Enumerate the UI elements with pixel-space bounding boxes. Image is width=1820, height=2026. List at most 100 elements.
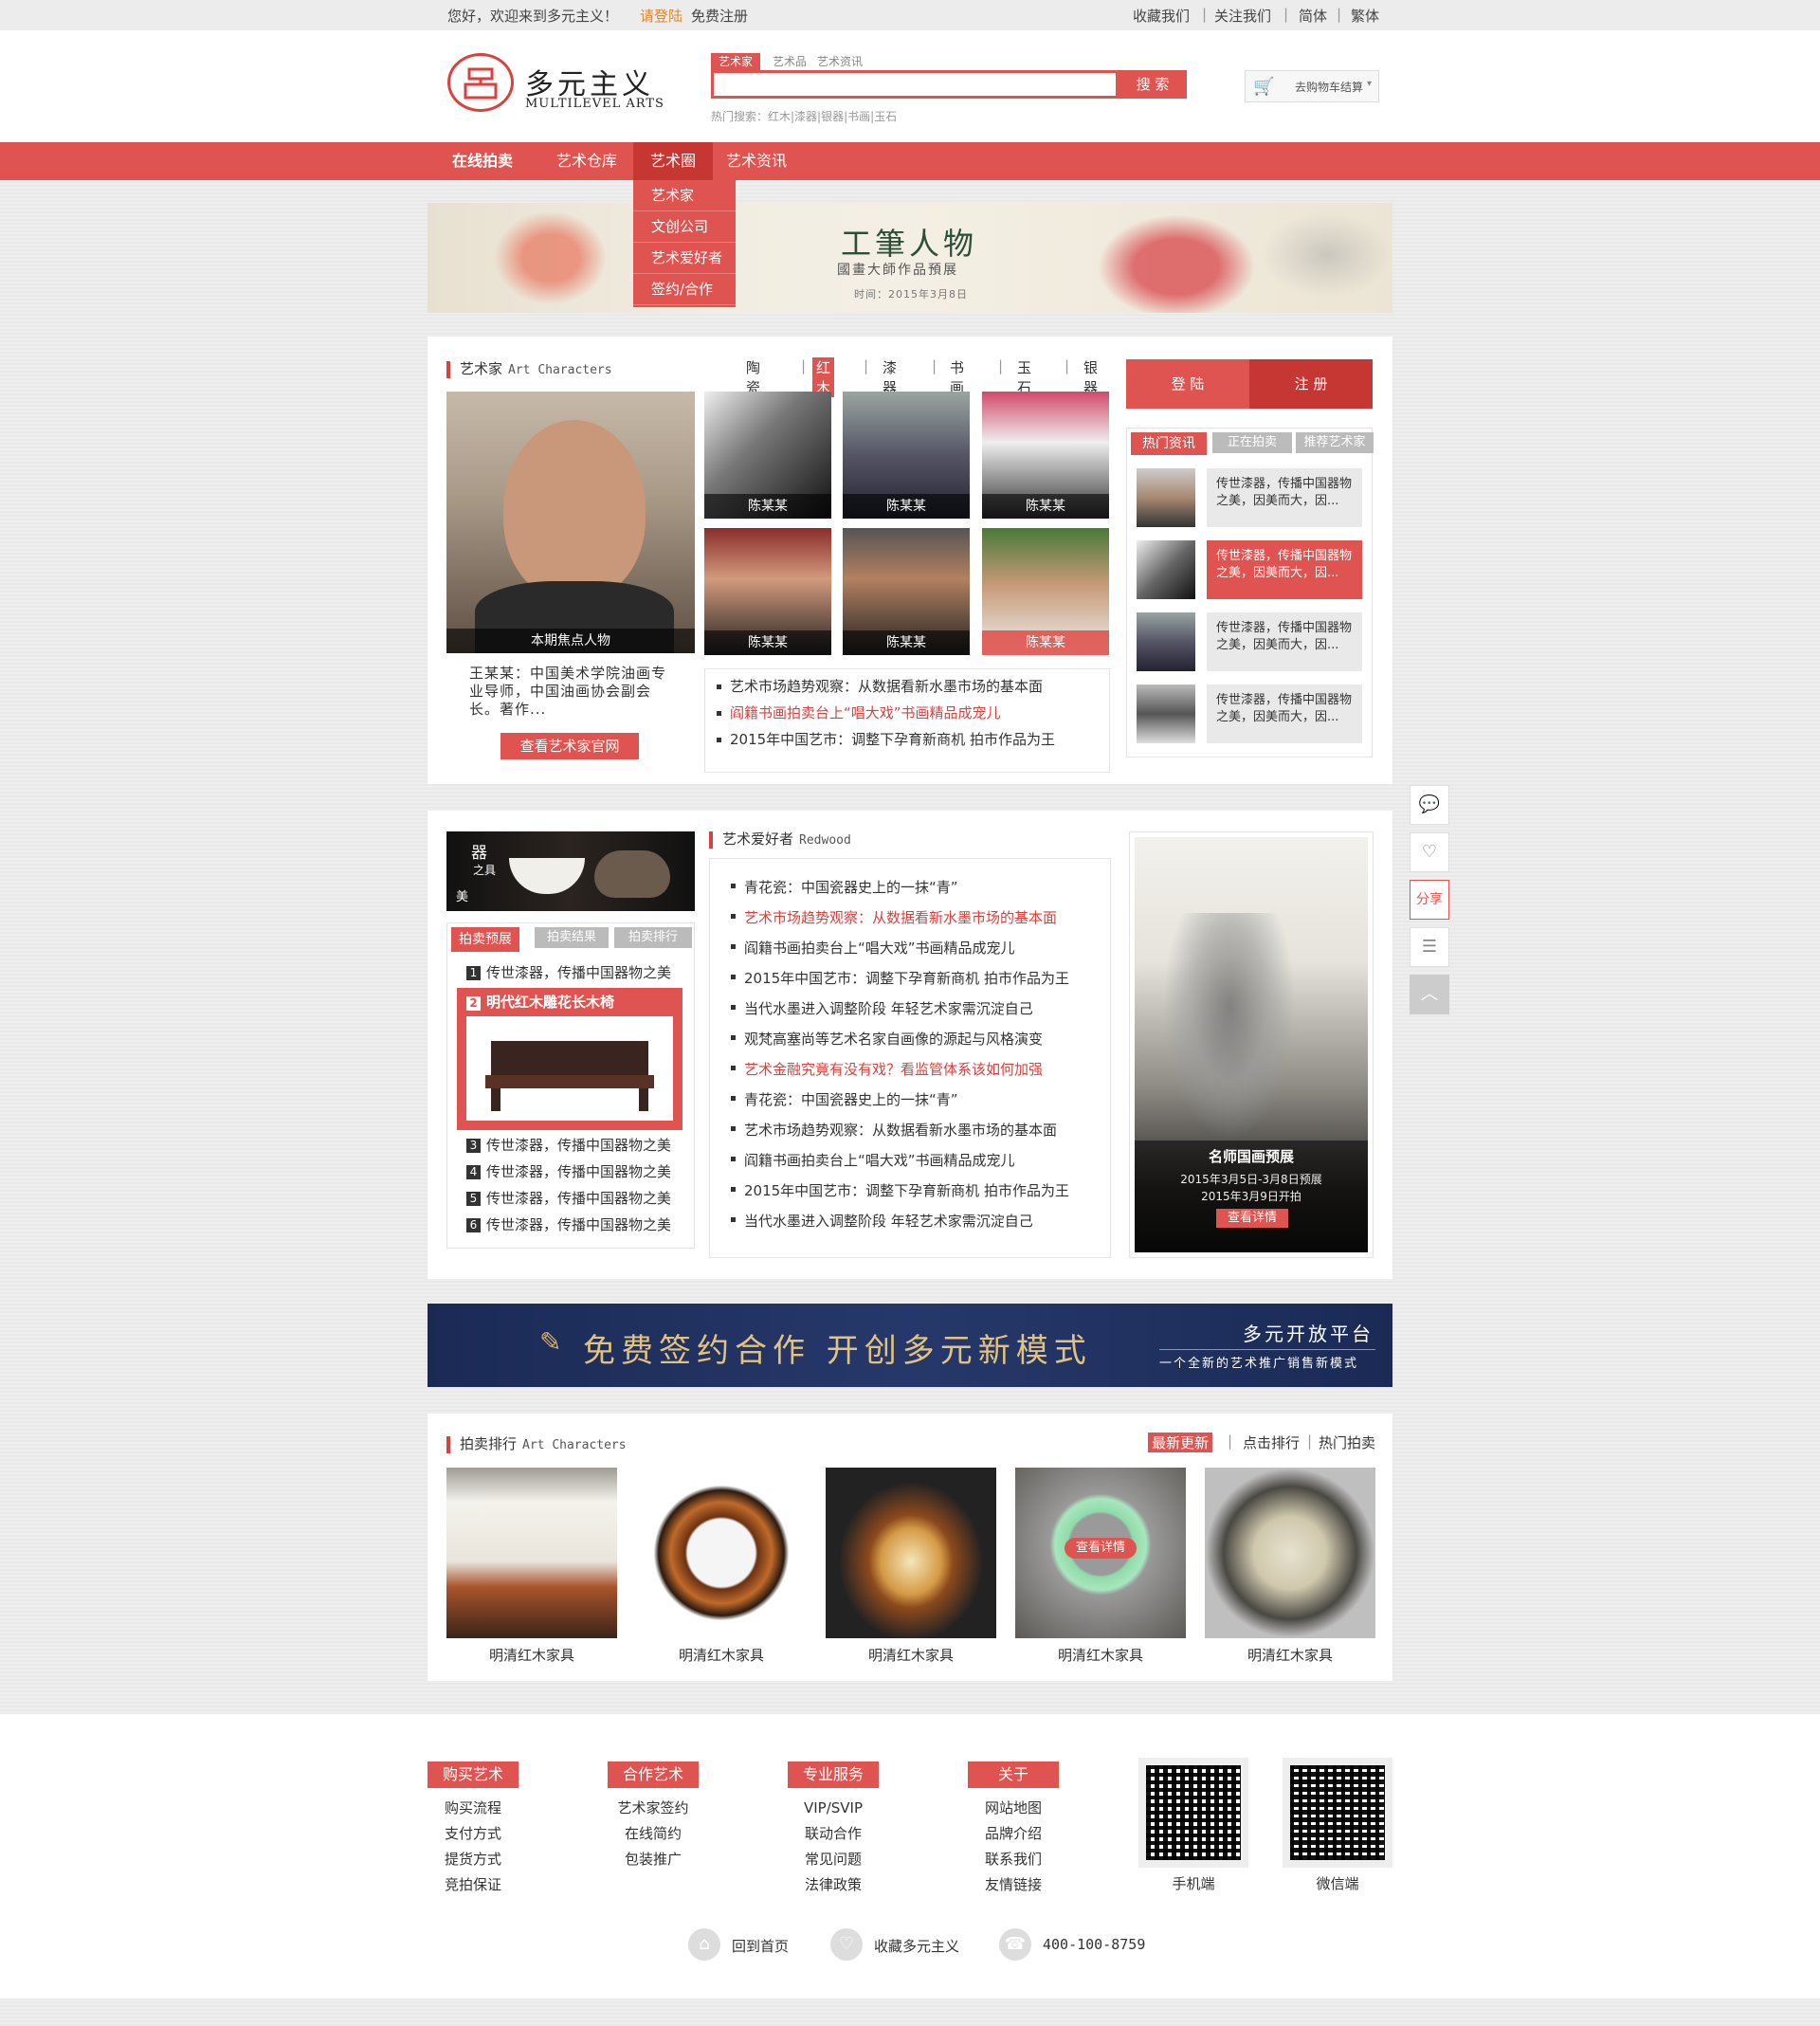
favorite-heart-icon[interactable]: ♡ [1410,832,1449,872]
footer-link[interactable]: 常见问题 [788,1847,879,1872]
cart-button[interactable]: 🛒 去购物车结算 ▾ [1245,70,1379,102]
footer-link[interactable]: 网站地图 [968,1796,1059,1821]
news-item[interactable]: 艺术市场趋势观察：从数据看新水墨市场的基本面 [715,673,1100,700]
rank-product-name[interactable]: 明清红木家具 [446,1645,617,1665]
news-item-text[interactable]: 传世漆器，传播中国器物之美，因美而大，因... [1207,684,1362,743]
news-item[interactable]: 2015年中国艺市：调整下孕育新商机 拍市作品为王 [715,726,1100,753]
painting-preview-box[interactable]: 名师国画预展 2015年3月5日-3月8日预展 2015年3月9日开拍 查看详情 [1129,831,1374,1258]
search-input[interactable] [711,70,1119,99]
search-tab-artist[interactable]: 艺术家 [711,53,760,70]
footer-link[interactable]: 提货方式 [428,1847,519,1872]
news-item[interactable]: 2015年中国艺市：调整下孕育新商机 拍市作品为王 [729,963,1091,994]
news-item[interactable]: 艺术金融究竟有没有戏？看监管体系该如何加强 [729,1054,1091,1085]
news-item[interactable]: 青花瓷：中国瓷器史上的一抹“青” [729,872,1091,903]
rank-item[interactable]: 5 传世漆器，传播中国器物之美 [466,1185,671,1212]
rank-product-image[interactable] [826,1468,996,1638]
dropdown-item-artist[interactable]: 艺术家 [633,180,736,211]
wechat-icon[interactable]: 💬 [1410,785,1449,825]
rank-product-name[interactable]: 明清红木家具 [826,1645,996,1665]
news-item[interactable]: 艺术市场趋势观察：从数据看新水墨市场的基本面 [729,903,1091,933]
footer-link[interactable]: 购买流程 [428,1796,519,1821]
footer-link[interactable]: 品牌介绍 [968,1821,1059,1847]
rank-item[interactable]: 1 传世漆器，传播中国器物之美 [466,959,671,986]
search-tab-news[interactable]: 艺术资讯 [817,53,863,70]
footer-link[interactable]: 竞拍保证 [428,1872,519,1898]
tab-auction-result[interactable]: 拍卖结果 [535,927,609,948]
back-to-top-icon[interactable]: ︿ [1410,975,1449,1014]
footer-link[interactable]: 联动合作 [788,1821,879,1847]
dropdown-item-company[interactable]: 文创公司 [633,211,736,243]
rank-detail-button[interactable]: 查看详情 [1065,1538,1137,1559]
rank-product-image[interactable] [446,1468,617,1638]
nav-art-news[interactable]: 艺术资讯 [717,142,796,180]
nav-art-warehouse[interactable]: 艺术仓库 [544,142,629,180]
news-item[interactable]: 当代水墨进入调整阶段 年轻艺术家需沉淀自己 [729,1206,1091,1236]
rank-product-image[interactable] [636,1468,807,1638]
dropdown-item-sign[interactable]: 签约/合作 [633,274,736,305]
dropdown-item-lover[interactable]: 艺术爱好者 [633,243,736,274]
login-link[interactable]: 请登陆 [640,6,682,26]
footer-link[interactable]: 法律政策 [788,1872,879,1898]
artist-thumb[interactable]: 陈某某 [843,392,970,519]
login-button[interactable]: 登 陆 [1126,359,1249,409]
home-icon[interactable]: ⌂ [688,1928,720,1961]
rank-product-image[interactable]: 查看详情 [1015,1468,1186,1638]
artist-thumb[interactable]: 陈某某 [704,528,831,655]
news-thumb[interactable] [1137,540,1195,599]
tab-recommended-artists[interactable]: 推荐艺术家 [1296,432,1374,453]
footer-favorite-link[interactable]: 收藏多元主义 [874,1936,959,1956]
rank-item-featured[interactable]: 2 明代红木雕花长木椅 [457,988,682,1130]
footer-link[interactable]: 联系我们 [968,1847,1059,1872]
rank-product-name[interactable]: 明清红木家具 [1205,1645,1375,1665]
search-button[interactable]: 搜 索 [1119,70,1187,99]
news-item[interactable]: 阎籍书画拍卖台上“唱大戏”书画精品成宠儿 [715,700,1100,726]
news-item-text-active[interactable]: 传世漆器，传播中国器物之美，因美而大，因... [1207,540,1362,599]
share-button[interactable]: 分享 [1410,880,1449,920]
nav-online-auction[interactable]: 在线拍卖 [440,142,525,180]
sort-latest[interactable]: 最新更新 [1148,1433,1213,1452]
footer-home-link[interactable]: 回到首页 [732,1936,789,1956]
banner-sign-cooperation[interactable]: ✎ 免费签约合作 开创多元新模式 多元开放平台 一个全新的艺术推广销售新模式 [428,1304,1392,1387]
artist-thumb[interactable]: 陈某某 [843,528,970,655]
rank-item[interactable]: 6 传世漆器，传播中国器物之美 [466,1212,671,1238]
rank-product-image[interactable] [1205,1468,1375,1638]
rank-product-name[interactable]: 明清红木家具 [636,1645,807,1665]
news-item[interactable]: 当代水墨进入调整阶段 年轻艺术家需沉淀自己 [729,994,1091,1024]
comment-icon[interactable]: ☰ [1410,927,1449,967]
footer-link[interactable]: 艺术家签约 [608,1796,699,1821]
bookmark-link[interactable]: 收藏我们 [1133,6,1190,26]
focus-person-photo[interactable]: 本期焦点人物 [446,392,695,653]
promo-bowls-image[interactable]: 器 之具 美 [446,831,695,911]
sort-hot[interactable]: 热门拍卖 [1319,1433,1375,1452]
register-link[interactable]: 免费注册 [691,6,748,26]
painting-detail-button[interactable]: 查看详情 [1216,1209,1288,1228]
news-item[interactable]: 观梵高塞尚等艺术名家自画像的源起与风格演变 [729,1024,1091,1054]
qr-code-mobile[interactable] [1138,1758,1248,1868]
news-item[interactable]: 青花瓷：中国瓷器史上的一抹“青” [729,1085,1091,1115]
banner-exhibition[interactable]: 工筆人物 國畫大師作品預展 时间：2015年3月8日 [428,203,1392,313]
rank-item[interactable]: 4 传世漆器，传播中国器物之美 [466,1159,671,1185]
heart-icon[interactable]: ♡ [830,1928,863,1961]
tab-auction-rank[interactable]: 拍卖排行 [614,927,692,948]
rank-product-name[interactable]: 明清红木家具 [1015,1645,1186,1665]
news-item[interactable]: 阎籍书画拍卖台上“唱大戏”书画精品成宠儿 [729,1145,1091,1176]
rank-item[interactable]: 3 传世漆器，传播中国器物之美 [466,1132,671,1159]
logo-seal-icon[interactable] [447,53,514,112]
news-item[interactable]: 阎籍书画拍卖台上“唱大戏”书画精品成宠儿 [729,933,1091,963]
news-thumb[interactable] [1137,468,1195,527]
follow-link[interactable]: 关注我们 [1214,6,1271,26]
qr-code-wechat[interactable] [1283,1758,1392,1868]
footer-link[interactable]: 在线简约 [608,1821,699,1847]
artist-thumb[interactable]: 陈某某 [982,528,1109,655]
tab-auctioning[interactable]: 正在拍卖 [1212,432,1292,453]
sort-clicks[interactable]: 点击排行 [1243,1433,1300,1452]
news-item[interactable]: 2015年中国艺市：调整下孕育新商机 拍市作品为王 [729,1176,1091,1206]
hot-search-terms[interactable]: 红木|漆器|银器|书画|玉石 [768,110,897,123]
search-tab-artwork[interactable]: 艺术品 [773,53,807,70]
footer-link[interactable]: 友情链接 [968,1872,1059,1898]
traditional-link[interactable]: 繁体 [1351,6,1379,26]
simplified-link[interactable]: 简体 [1299,6,1327,26]
tab-hot-news[interactable]: 热门资讯 [1131,432,1207,455]
news-thumb[interactable] [1137,684,1195,743]
footer-link[interactable]: VIP/SVIP [788,1796,879,1821]
